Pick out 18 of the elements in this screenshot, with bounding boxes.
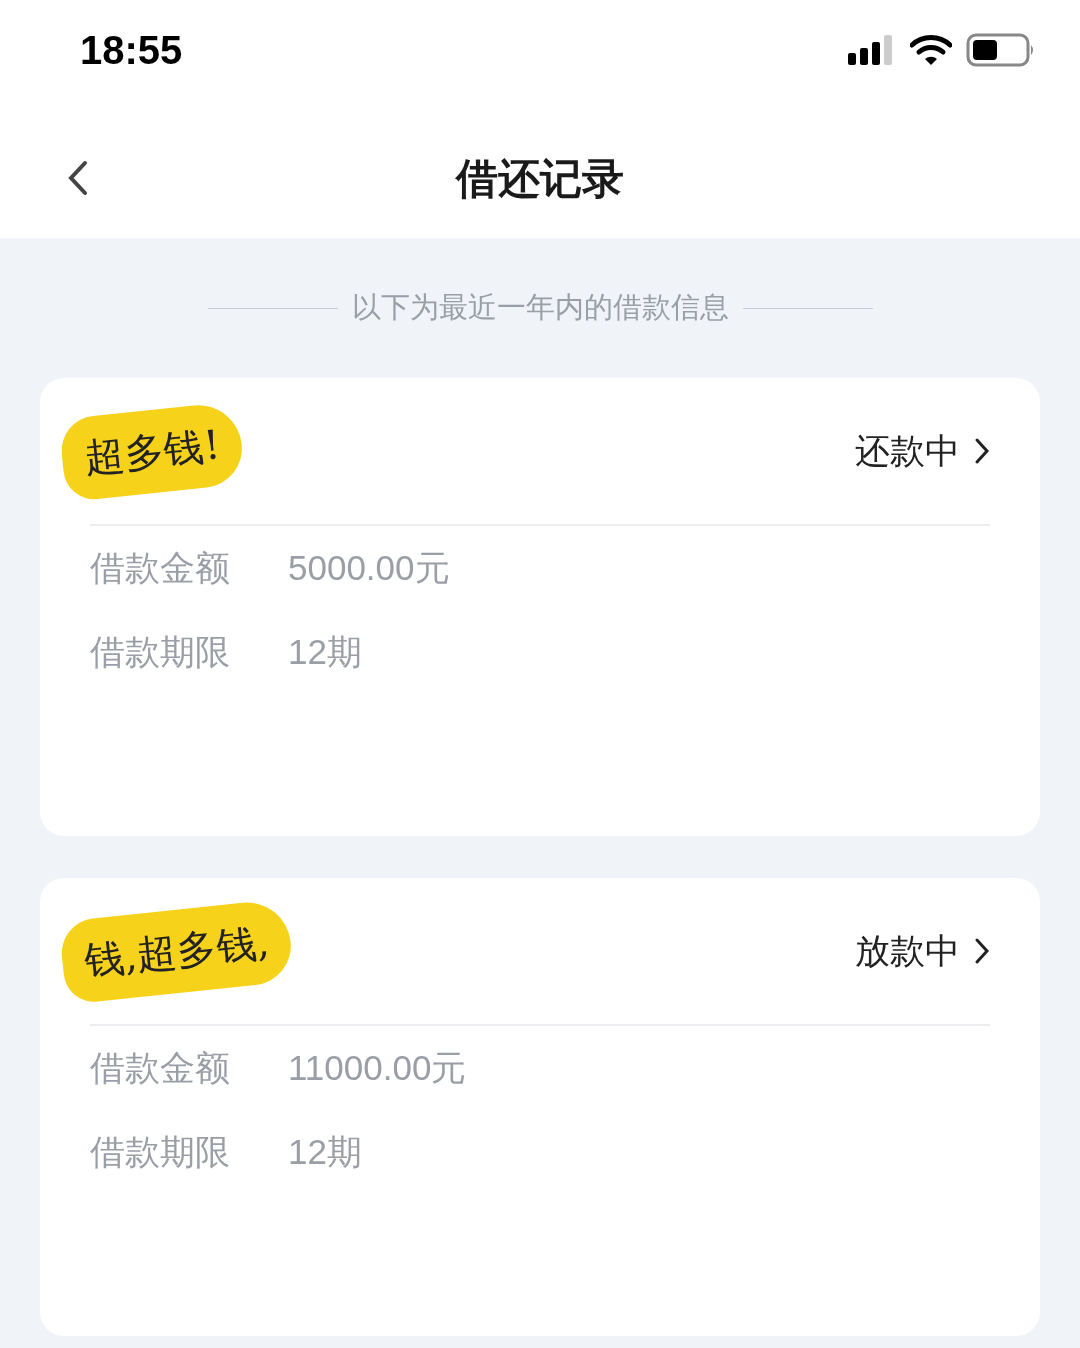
field-label: 借款期限	[90, 1130, 231, 1174]
notice-text: 以下为最近一年内的借款信息	[351, 289, 729, 326]
field-value: 12期	[288, 1130, 362, 1173]
chevron-left-icon	[67, 160, 89, 196]
field-label: 借款金额	[90, 1046, 231, 1090]
chevron-right-icon	[974, 937, 990, 965]
status-link[interactable]: 还款中	[855, 427, 990, 475]
field-value: 5000.00元	[288, 546, 450, 589]
field-label: 借款金额	[90, 546, 231, 590]
page-title: 借还记录	[456, 153, 624, 205]
battery-icon	[966, 33, 1036, 67]
wifi-icon	[910, 34, 952, 66]
field-label: 借款期限	[90, 630, 231, 674]
field-value: 11000.00元	[288, 1046, 467, 1089]
status-time: 18:55	[80, 27, 183, 73]
status-link[interactable]: 放款中	[855, 927, 990, 975]
chevron-right-icon	[974, 437, 990, 465]
field-value: 12期	[288, 630, 362, 673]
